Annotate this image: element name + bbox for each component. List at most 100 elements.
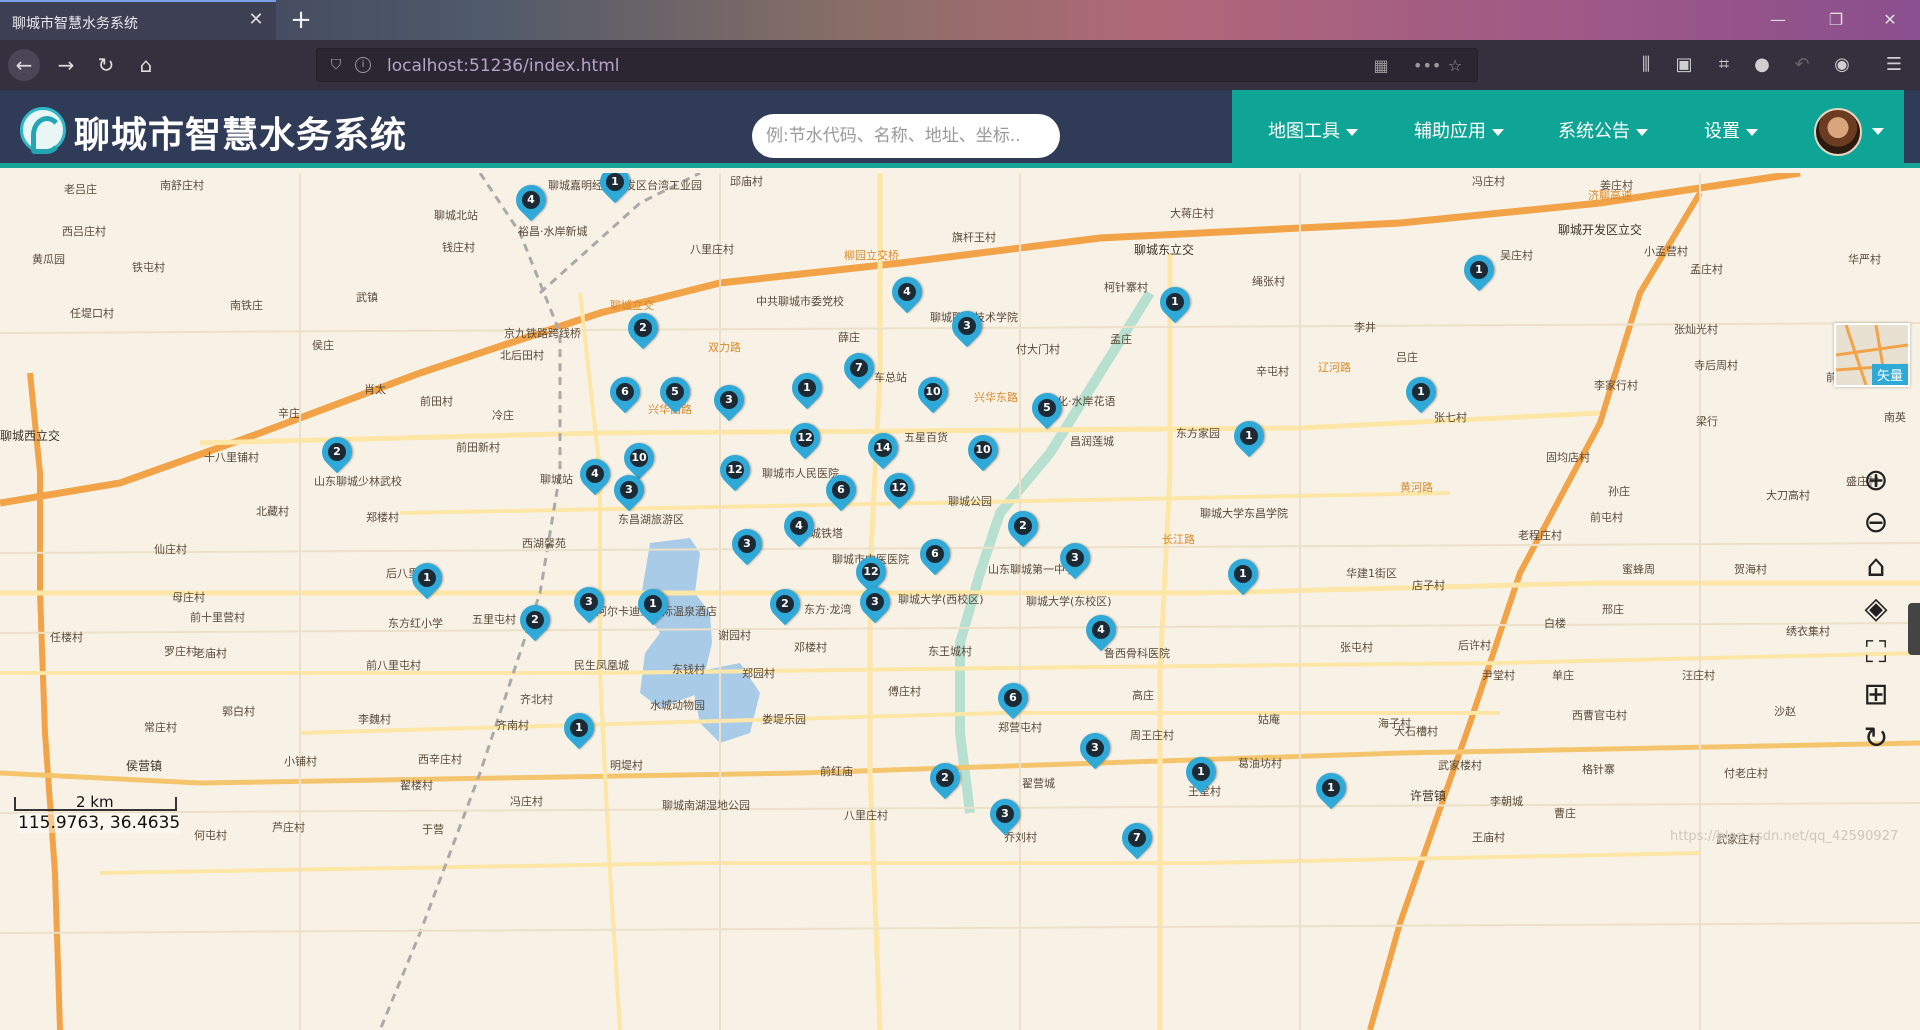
map-label: 汪庄村 xyxy=(1682,669,1715,682)
screenshot-icon[interactable]: ⌗ xyxy=(1708,49,1740,81)
map-marker[interactable]: 3 xyxy=(725,522,769,573)
map-marker[interactable]: 3 xyxy=(1053,536,1097,587)
map-marker[interactable]: 12 xyxy=(877,466,921,517)
fullscreen-icon[interactable]: ⛶ xyxy=(1858,635,1894,671)
browser-tab[interactable]: 聊城市智慧水务系统 ✕ xyxy=(0,0,276,40)
chat-icon[interactable]: ● xyxy=(1746,49,1778,81)
back-icon[interactable]: ← xyxy=(8,49,40,81)
map-marker[interactable]: 6 xyxy=(603,370,647,421)
menu-settings[interactable]: 设置 xyxy=(1704,117,1758,143)
url-text[interactable]: localhost:51236/index.html xyxy=(387,56,619,76)
map-marker[interactable]: 4 xyxy=(1079,608,1123,659)
avatar[interactable] xyxy=(1814,108,1862,156)
menu-auxiliary[interactable]: 辅助应用 xyxy=(1414,117,1504,143)
minimize-icon[interactable]: — xyxy=(1760,6,1796,34)
map-marker[interactable]: 3 xyxy=(983,792,1027,843)
zoom-in-icon[interactable]: ⊕ xyxy=(1858,463,1894,499)
map-marker[interactable]: 2 xyxy=(621,306,665,357)
account-icon[interactable]: ◉ xyxy=(1826,49,1858,81)
site-info-icon[interactable]: i xyxy=(355,57,371,73)
map-marker[interactable]: 7 xyxy=(837,346,881,397)
bookmark-star-icon[interactable]: ☆ xyxy=(1443,55,1467,77)
map-marker[interactable]: 1 xyxy=(1221,552,1265,603)
map-marker[interactable]: 3 xyxy=(567,580,611,631)
home-extent-icon[interactable]: ⌂ xyxy=(1858,549,1894,585)
marker-count: 2 xyxy=(526,611,544,629)
map-marker[interactable]: 3 xyxy=(1073,726,1117,777)
map-marker[interactable]: 14 xyxy=(861,426,905,477)
map-marker[interactable]: 3 xyxy=(945,304,989,355)
map-marker[interactable]: 1 xyxy=(557,706,601,757)
map-marker[interactable]: 7 xyxy=(1115,816,1159,867)
map-marker[interactable]: 10 xyxy=(961,428,1005,479)
grid-icon[interactable]: ⊞ xyxy=(1858,677,1894,713)
zoom-out-icon[interactable]: ⊖ xyxy=(1858,505,1894,541)
refresh-icon[interactable]: ↻ xyxy=(1858,721,1894,757)
map-marker[interactable]: 1 xyxy=(1399,370,1443,421)
basemap-switcher[interactable]: 矢量 xyxy=(1834,323,1910,387)
map-label: 葛油坊村 xyxy=(1238,757,1282,770)
map-label: 侯庄 xyxy=(312,339,334,352)
side-panel-handle[interactable] xyxy=(1908,603,1920,655)
map-marker[interactable]: 12 xyxy=(713,448,757,499)
map-canvas[interactable]: 老吕庄 南舒庄村 聊城嘉明经济开发区台湾工业园 邱庙村 冯庄村 姜庄村 聊城北站… xyxy=(0,173,1920,1030)
map-marker[interactable]: 5 xyxy=(1025,386,1069,437)
map-marker[interactable]: 3 xyxy=(853,580,897,631)
new-tab-button[interactable]: + xyxy=(286,4,316,36)
map-marker[interactable]: 1 xyxy=(593,173,637,211)
tracking-shield-icon[interactable]: ⛉ xyxy=(327,56,345,74)
map-marker[interactable]: 6 xyxy=(913,532,957,583)
reload-icon[interactable]: ↻ xyxy=(90,49,122,81)
menu-announcements[interactable]: 系统公告 xyxy=(1558,117,1648,143)
map-label: 八里庄村 xyxy=(690,243,734,256)
map-marker[interactable]: 1 xyxy=(1179,750,1223,801)
page-actions-icon[interactable]: ••• xyxy=(1413,55,1441,77)
map-marker[interactable]: 1 xyxy=(785,366,829,417)
close-tab-icon[interactable]: ✕ xyxy=(246,10,266,30)
home-icon[interactable]: ⌂ xyxy=(130,49,162,81)
search-input[interactable] xyxy=(752,114,1060,158)
map-marker[interactable]: 3 xyxy=(707,378,751,429)
marker-count: 14 xyxy=(874,439,892,457)
layers-icon[interactable]: ◈ xyxy=(1858,591,1894,627)
map-marker[interactable]: 1 xyxy=(1309,766,1353,817)
map-marker[interactable]: 5 xyxy=(653,370,697,421)
map-marker[interactable]: 4 xyxy=(777,504,821,555)
map-marker[interactable]: 2 xyxy=(315,430,359,481)
map-marker[interactable]: 2 xyxy=(513,598,557,649)
forward-icon[interactable]: → xyxy=(50,49,82,81)
marker-count: 1 xyxy=(570,719,588,737)
map-marker[interactable]: 1 xyxy=(1457,248,1501,299)
map-label: 傅庄村 xyxy=(888,685,921,698)
map-label: 齐南村 xyxy=(496,719,529,732)
menu-map-tools[interactable]: 地图工具 xyxy=(1268,117,1358,143)
qr-code-icon[interactable]: ▦ xyxy=(1369,55,1393,77)
map-marker[interactable]: 6 xyxy=(991,676,1035,727)
map-label: 常庄村 xyxy=(144,721,177,734)
map-marker[interactable]: 4 xyxy=(509,178,553,229)
close-window-icon[interactable]: ✕ xyxy=(1872,6,1908,34)
map-label: 老庙村 xyxy=(194,647,227,660)
map-marker[interactable]: 2 xyxy=(1001,504,1045,555)
sidebar-icon[interactable]: ▣ xyxy=(1668,49,1700,81)
undo-icon[interactable]: ↶ xyxy=(1786,49,1818,81)
map-marker[interactable]: 3 xyxy=(607,468,651,519)
url-bar[interactable]: ⛉ i localhost:51236/index.html ▦ ••• ☆ xyxy=(316,48,1478,82)
library-icon[interactable]: ⫼ xyxy=(1630,49,1662,81)
map-marker[interactable]: 1 xyxy=(1227,414,1271,465)
map-marker[interactable]: 10 xyxy=(911,370,955,421)
restore-icon[interactable]: ❐ xyxy=(1818,6,1854,34)
map-marker[interactable]: 6 xyxy=(819,468,863,519)
map-marker[interactable]: 4 xyxy=(885,270,929,321)
map-label: 店子村 xyxy=(1412,579,1445,592)
map-marker[interactable]: 2 xyxy=(923,756,967,807)
map-marker[interactable]: 1 xyxy=(631,582,675,633)
map-marker[interactable]: 1 xyxy=(1153,280,1197,331)
menu-icon[interactable]: ☰ xyxy=(1878,49,1910,81)
map-marker[interactable]: 12 xyxy=(783,416,827,467)
map-marker[interactable]: 4 xyxy=(573,452,617,503)
map-marker[interactable]: 2 xyxy=(763,582,807,633)
map-marker[interactable]: 1 xyxy=(405,556,449,607)
avatar-chevron-down-icon[interactable] xyxy=(1872,128,1884,135)
map-label: 华严村 xyxy=(1848,253,1881,266)
